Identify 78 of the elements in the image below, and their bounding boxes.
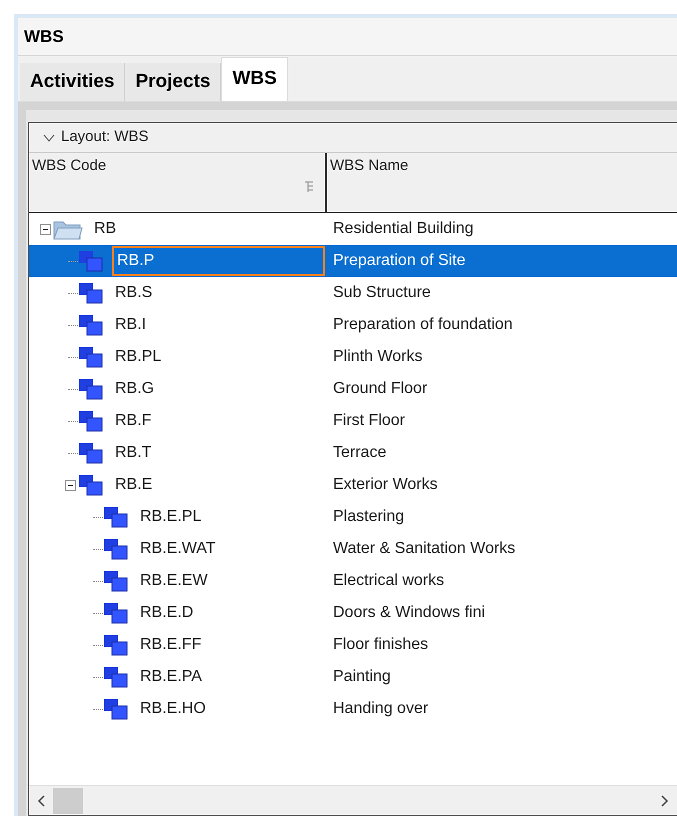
wbs-node-icon: [103, 698, 129, 720]
tree-row[interactable]: RB.E.D Doors & Windows fini: [29, 597, 677, 629]
wbs-node-icon: [103, 602, 129, 624]
wbs-node-icon: [103, 570, 129, 592]
window-title: WBS: [24, 26, 64, 48]
tree-row[interactable]: RB.G Ground Floor: [29, 373, 677, 405]
wbs-name: Floor finishes: [332, 635, 428, 655]
tree-row[interactable]: RB.F First Floor: [29, 405, 677, 437]
tree-row[interactable]: RB.T Terrace: [29, 437, 677, 469]
wbs-name: Doors & Windows fini: [332, 603, 486, 623]
wbs-code: RB.F: [114, 411, 152, 431]
wbs-name: Plastering: [332, 507, 404, 527]
wbs-name: Ground Floor: [332, 379, 428, 399]
wbs-code: RB.E: [114, 475, 154, 495]
wbs-code: RB.PL: [114, 347, 162, 367]
chevron-down-icon: [43, 134, 55, 142]
scroll-left-icon[interactable]: [37, 794, 45, 806]
scrollbar-thumb[interactable]: [53, 788, 83, 814]
column-header[interactable]: WBS Code: [29, 153, 327, 212]
wbs-name: Electrical works: [332, 571, 444, 591]
tree-row[interactable]: RB.E.PA Painting: [29, 661, 677, 693]
wbs-code: RB.E.EW: [139, 571, 209, 591]
collapse-toggle[interactable]: [64, 480, 76, 490]
tab[interactable]: Activities: [20, 63, 126, 101]
tree-row[interactable]: RB.E.HO Handing over: [29, 693, 677, 725]
wbs-name: Plinth Works: [332, 347, 423, 367]
tree-row[interactable]: RB.I Preparation of foundation: [29, 309, 677, 341]
wbs-name: Sub Structure: [332, 283, 431, 303]
wbs-node-icon: [78, 250, 104, 272]
wbs-node-icon: [78, 282, 104, 304]
wbs-node-icon: [78, 314, 104, 336]
wbs-name: Painting: [332, 667, 391, 687]
wbs-code: RB.E.WAT: [139, 539, 217, 559]
wbs-node-icon: [78, 474, 104, 496]
wbs-code: RB.E.FF: [139, 635, 202, 655]
wbs-node-icon: [78, 442, 104, 464]
horizontal-scrollbar[interactable]: [29, 785, 677, 815]
wbs-name: First Floor: [332, 411, 405, 431]
tab[interactable]: WBS: [221, 57, 288, 101]
tree-row[interactable]: RB.E Exterior Works: [29, 469, 677, 501]
wbs-code: RB.G: [114, 379, 156, 399]
tree-row[interactable]: RB.E.EW Electrical works: [29, 565, 677, 597]
wbs-code: RB.S: [114, 283, 154, 303]
column-header[interactable]: WBS Name: [327, 153, 677, 212]
wbs-code: RB.I: [114, 315, 148, 335]
wbs-name: Exterior Works: [332, 475, 438, 495]
wbs-code: RB: [93, 219, 118, 239]
tab[interactable]: Projects: [125, 63, 222, 101]
wbs-name: Handing over: [332, 699, 428, 719]
wbs-node-icon: [78, 378, 104, 400]
wbs-node-icon: [78, 410, 104, 432]
wbs-name: Water & Sanitation Works: [332, 539, 516, 559]
tree-row[interactable]: RB.P Preparation of Site: [29, 245, 677, 277]
tree-row[interactable]: RB.E.WAT Water & Sanitation Works: [29, 533, 677, 565]
wbs-node-icon: [78, 346, 104, 368]
wbs-node-icon: [103, 634, 129, 656]
wbs-name: Terrace: [332, 443, 386, 463]
wbs-code: RB.E.PL: [139, 507, 202, 527]
collapse-toggle[interactable]: [40, 224, 50, 234]
wbs-node-icon: [103, 666, 129, 688]
wbs-code: RB.E.PA: [139, 667, 203, 687]
wbs-name: Preparation of Site: [332, 251, 466, 271]
tree-row[interactable]: RB.E.PL Plastering: [29, 501, 677, 533]
tree-row[interactable]: RB.S Sub Structure: [29, 277, 677, 309]
wbs-code: RB.T: [114, 443, 152, 463]
tree-row[interactable]: RB.PL Plinth Works: [29, 341, 677, 373]
wbs-node-icon: [103, 538, 129, 560]
wbs-name: Preparation of foundation: [332, 315, 513, 335]
layout-label: Layout: WBS: [61, 127, 149, 148]
wbs-code: RB.E.HO: [139, 699, 207, 719]
tree-row[interactable]: RB Residential Building: [29, 213, 677, 245]
wbs-code: RB.P: [112, 246, 325, 276]
wbs-name: Residential Building: [332, 219, 474, 239]
wbs-node-icon: [103, 506, 129, 528]
sort-icon: [305, 181, 313, 193]
scroll-right-icon[interactable]: [661, 794, 669, 806]
tree-row[interactable]: RB.E.FF Floor finishes: [29, 629, 677, 661]
wbs-code: RB.E.D: [139, 603, 194, 623]
